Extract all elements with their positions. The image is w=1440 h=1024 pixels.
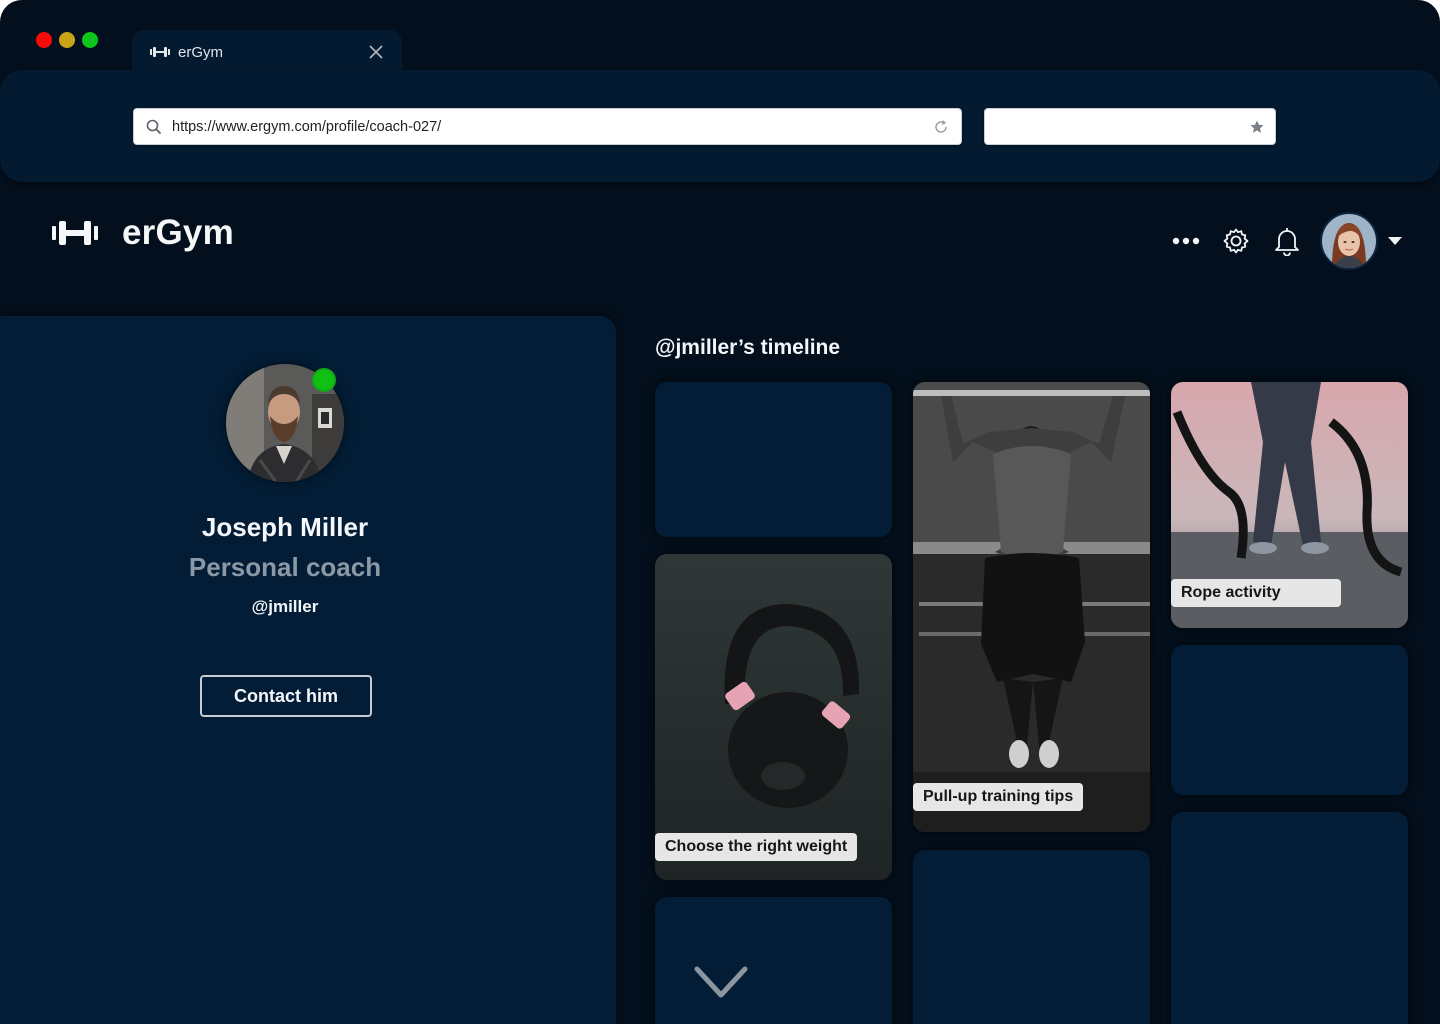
timeline-post-placeholder[interactable]: [1171, 645, 1408, 795]
reload-icon[interactable]: [933, 119, 949, 135]
timeline-post-placeholder[interactable]: [655, 382, 892, 537]
pullup-photo: [913, 382, 1150, 832]
tab-title: erGym: [178, 43, 223, 61]
more-button[interactable]: [1171, 226, 1201, 256]
user-avatar[interactable]: [1322, 214, 1376, 268]
minimize-window-button[interactable]: [59, 32, 75, 48]
timeline-post-placeholder[interactable]: [1171, 812, 1408, 1024]
coach-name: Joseph Miller: [201, 512, 369, 542]
timeline-post-pullup[interactable]: Pull-up training tips: [913, 382, 1150, 832]
gear-icon: [1223, 228, 1249, 254]
notifications-button[interactable]: [1272, 226, 1302, 256]
coach-role: Personal coach: [188, 552, 382, 582]
settings-button[interactable]: [1221, 226, 1251, 256]
star-icon[interactable]: [1249, 119, 1265, 135]
timeline-post-placeholder[interactable]: [913, 850, 1150, 1024]
post-caption: Pull-up training tips: [913, 783, 1084, 811]
bell-icon: [1275, 228, 1299, 256]
chevron-down-icon[interactable]: [693, 965, 749, 1001]
dumbbell-icon: [52, 221, 98, 245]
coach-handle[interactable]: @jmiller: [0, 597, 570, 617]
timeline-title: @jmiller’s timeline: [655, 336, 841, 359]
url-text[interactable]: https://www.ergym.com/profile/coach-027/: [172, 119, 933, 135]
timeline-post-kettlebell[interactable]: Choose the right weight: [655, 554, 892, 880]
post-caption: Rope activity: [1171, 579, 1341, 607]
maximize-window-button[interactable]: [82, 32, 98, 48]
browser-toolbar: https://www.ergym.com/profile/coach-027/: [0, 70, 1440, 182]
app-logo[interactable]: erGym: [52, 213, 234, 253]
address-bar[interactable]: https://www.ergym.com/profile/coach-027/: [133, 108, 962, 145]
bookmark-search-field[interactable]: [984, 108, 1276, 145]
browser-window: erGym https://www.ergym.com/profile/coac…: [0, 0, 1440, 1024]
close-icon[interactable]: [366, 42, 386, 62]
post-caption: Choose the right weight: [655, 833, 858, 861]
more-icon: [1172, 237, 1200, 245]
coach-avatar-container: [226, 364, 344, 482]
window-controls: [36, 32, 98, 48]
brand-name: erGym: [122, 213, 234, 252]
header-actions: [1171, 214, 1402, 268]
online-status-indicator: [312, 368, 336, 392]
chevron-down-icon[interactable]: [1388, 236, 1402, 246]
close-window-button[interactable]: [36, 32, 52, 48]
browser-tab[interactable]: erGym: [132, 30, 402, 74]
kettlebell-photo: [655, 554, 892, 880]
search-icon: [146, 119, 162, 134]
timeline-post-rope[interactable]: Rope activity: [1171, 382, 1408, 628]
load-more-tile[interactable]: [655, 897, 892, 1024]
dumbbell-icon: [150, 46, 170, 58]
contact-button[interactable]: Contact him: [200, 675, 372, 717]
profile-card: Joseph Miller Personal coach @jmiller Co…: [0, 316, 616, 1024]
